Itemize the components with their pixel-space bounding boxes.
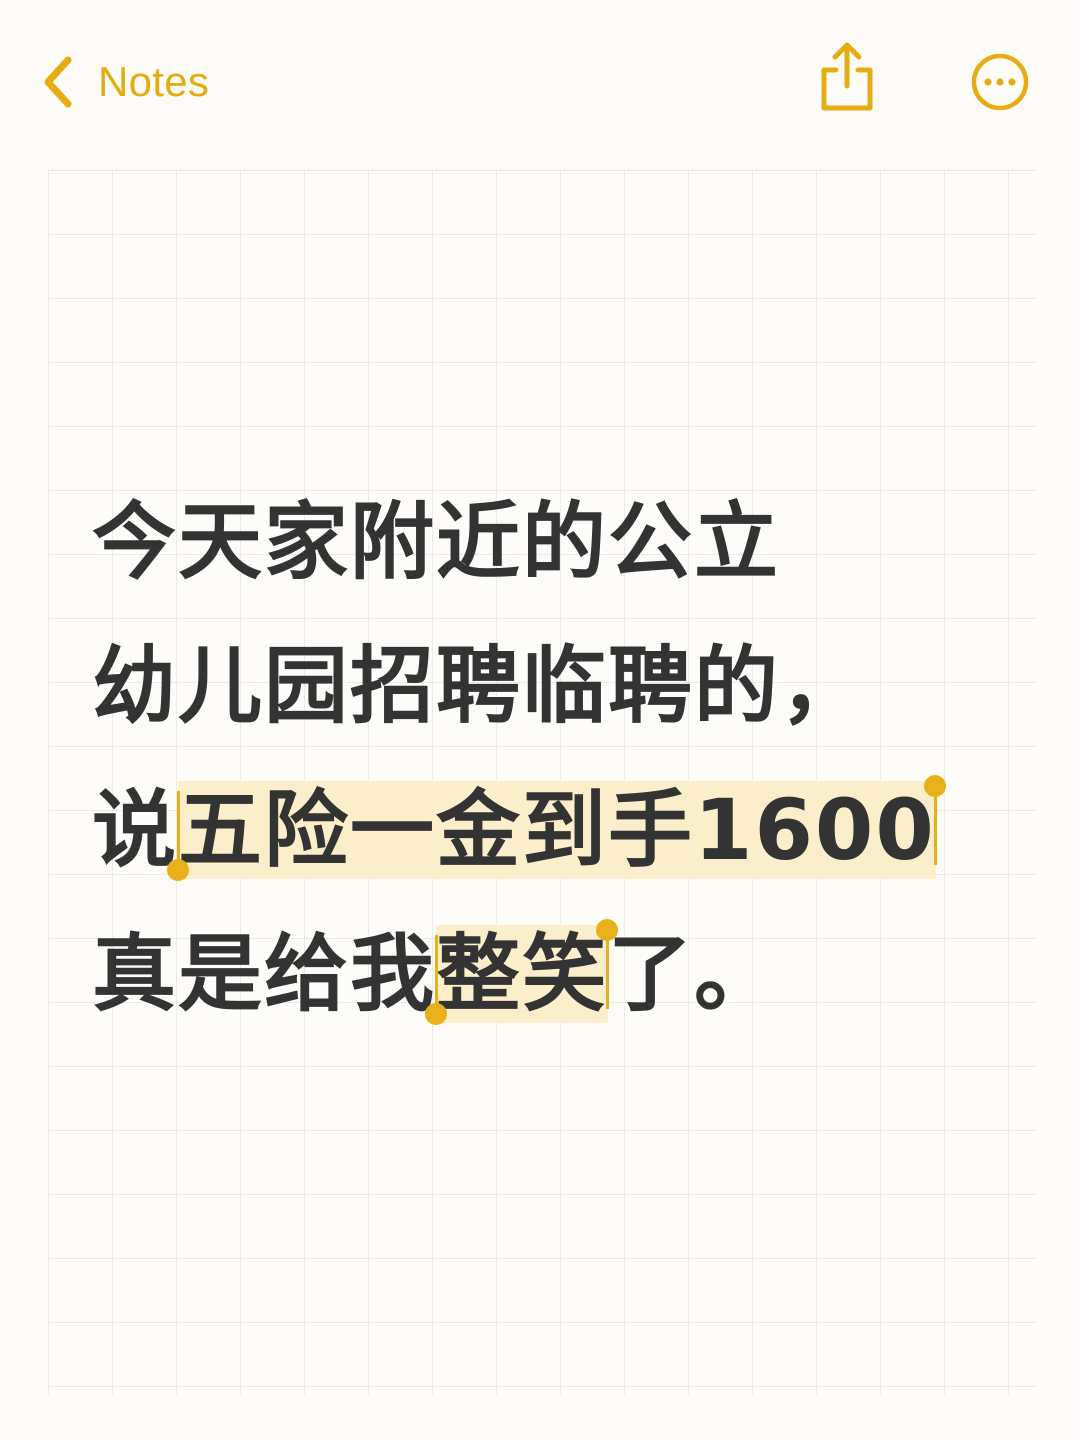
note-body[interactable]: 今天家附近的公立 幼儿园招聘临聘的， 说五险一金到手1600 真是给我整笑了。 <box>92 470 1032 1046</box>
selection-start-dot[interactable] <box>425 1003 448 1025</box>
share-icon <box>821 42 873 111</box>
selection-end-handle[interactable] <box>933 791 937 865</box>
chevron-left-icon <box>44 56 72 108</box>
note-line-3: 说五险一金到手1600 <box>92 758 1032 902</box>
more-icon <box>971 53 1029 111</box>
note-line-4-text: 真是给我 <box>92 925 437 1023</box>
more-button[interactable] <box>970 52 1030 112</box>
selection-start-dot[interactable] <box>167 859 190 881</box>
selection-end-dot[interactable] <box>596 919 619 941</box>
note-line-4: 真是给我整笑了。 <box>92 902 1032 1046</box>
navigation-bar: Notes <box>0 0 1080 160</box>
share-button[interactable] <box>814 40 880 114</box>
note-line-3-text: 说 <box>92 781 179 879</box>
selection-start-handle[interactable] <box>177 791 181 865</box>
highlighted-text-2[interactable]: 整笑 <box>436 925 609 1023</box>
selection-start-handle[interactable] <box>435 935 439 1009</box>
note-line-1: 今天家附近的公立 <box>92 493 781 591</box>
back-button[interactable]: Notes <box>40 50 209 114</box>
selection-end-dot[interactable] <box>923 775 946 797</box>
selection-end-handle[interactable] <box>606 935 610 1009</box>
highlighted-text-1[interactable]: 五险一金到手1600 <box>178 781 936 879</box>
note-line-2: 幼儿园招聘临聘的， <box>92 637 867 735</box>
note-line-4-tail: 了。 <box>608 925 781 1023</box>
back-label: Notes <box>98 58 210 105</box>
